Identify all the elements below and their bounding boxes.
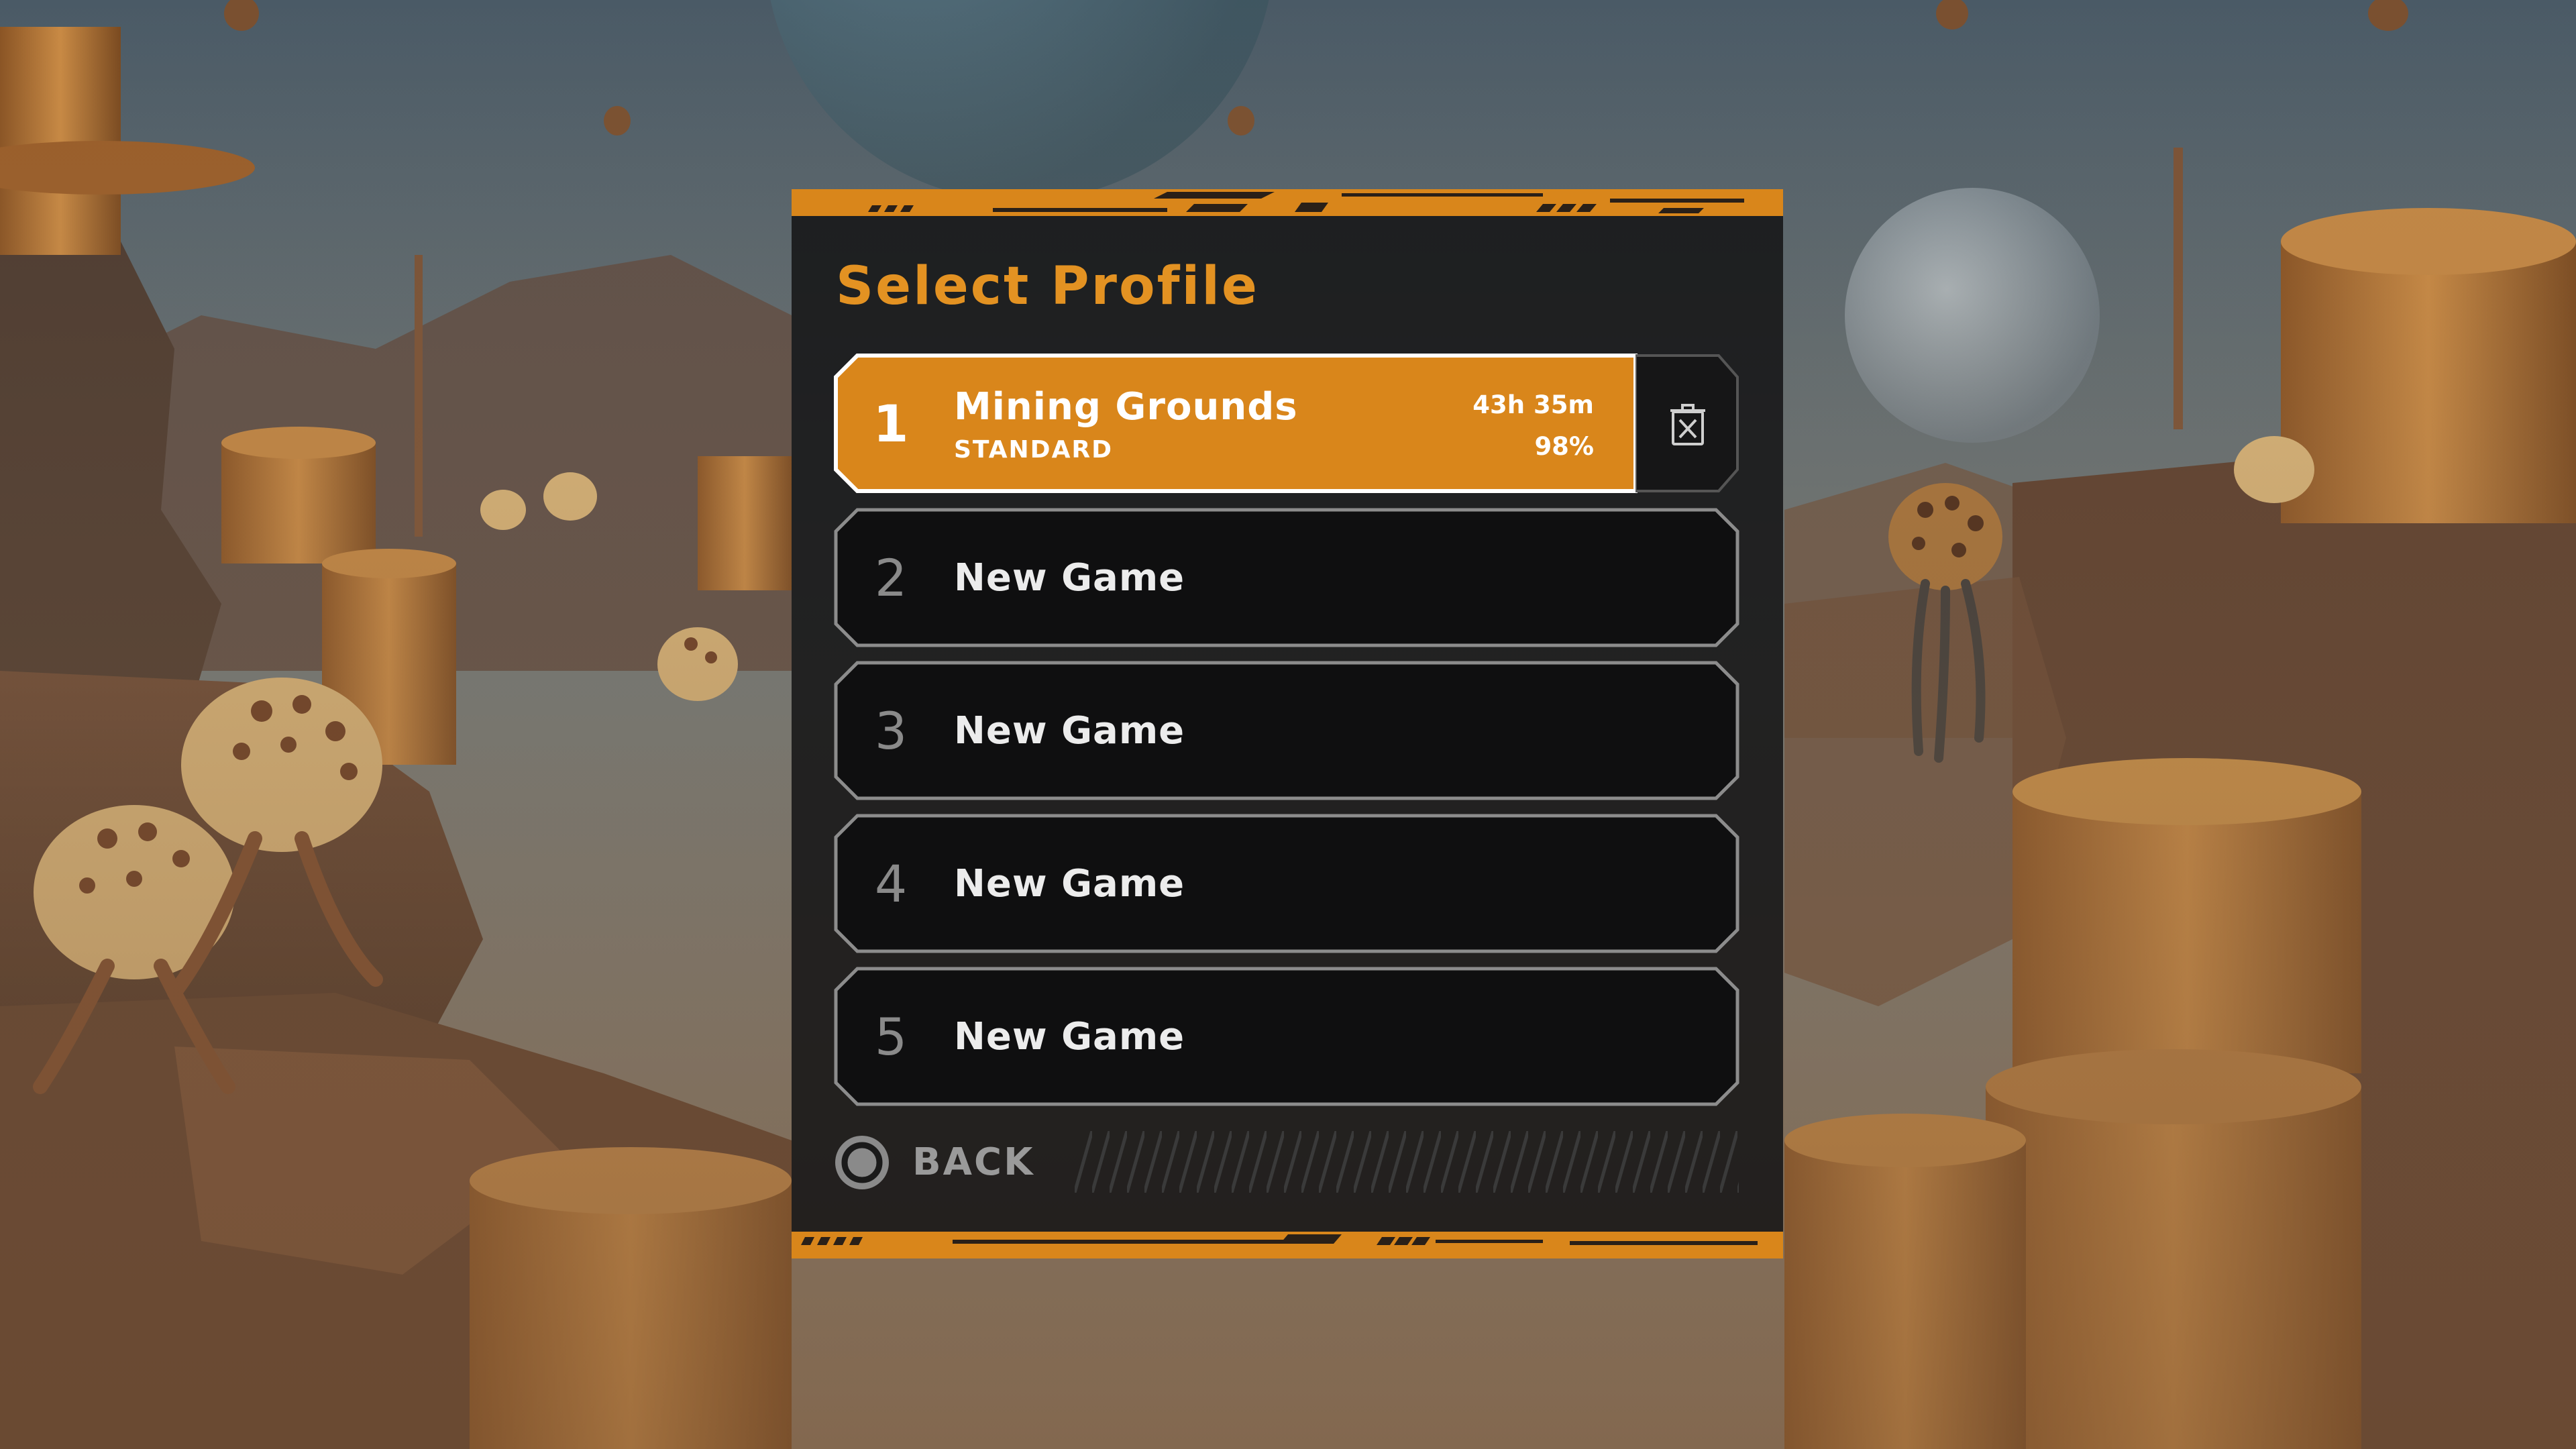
dialog-bottom-trim: [792, 1232, 1783, 1258]
dialog-top-trim: [792, 189, 1783, 216]
delete-profile-button[interactable]: [1635, 353, 1740, 494]
profile-name: Mining Grounds: [954, 385, 1298, 429]
new-game-label: New Game: [954, 1014, 1185, 1059]
dialog-title: Select Profile: [836, 256, 1259, 317]
profile-slot-5[interactable]: 5 New Game: [833, 966, 1740, 1107]
profile-mode: STANDARD: [954, 436, 1114, 464]
back-label: BACK: [912, 1140, 1035, 1184]
circle-button-icon: [835, 1136, 889, 1189]
back-button[interactable]: BACK: [833, 1128, 1740, 1195]
profile-playtime: 43h 35m: [1472, 390, 1594, 419]
decorative-hatching: [1075, 1131, 1739, 1193]
profile-slot-2[interactable]: 2 New Game: [833, 507, 1740, 648]
profile-slot-1[interactable]: 1 Mining Grounds STANDARD 43h 35m 98%: [833, 353, 1740, 494]
profile-slot-number: 1: [873, 393, 909, 453]
new-game-label: New Game: [954, 708, 1185, 753]
profile-progress: 98%: [1534, 432, 1594, 461]
profile-slot-number: 3: [874, 700, 908, 761]
select-profile-dialog: Select Profile 1 Mining Grounds STANDARD…: [792, 189, 1783, 1258]
profile-slot-4[interactable]: 4 New Game: [833, 813, 1740, 954]
profile-slot-number: 5: [874, 1006, 908, 1067]
new-game-label: New Game: [954, 555, 1185, 600]
profile-slot-3[interactable]: 3 New Game: [833, 660, 1740, 801]
profile-slot-number: 2: [874, 547, 908, 608]
profile-slot-number: 4: [874, 853, 908, 914]
new-game-label: New Game: [954, 861, 1185, 906]
